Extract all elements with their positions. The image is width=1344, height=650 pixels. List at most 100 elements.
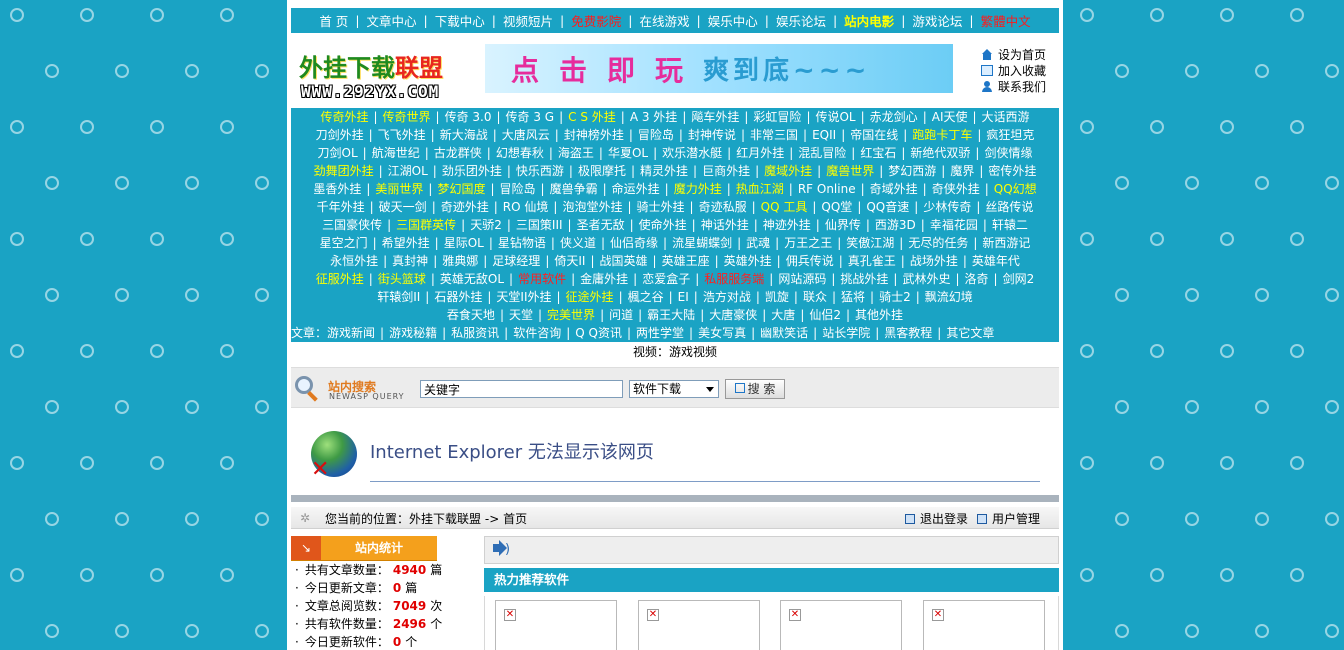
category-link[interactable]: 雅典娜 — [442, 254, 478, 268]
set-homepage-link[interactable]: 设为首页 — [981, 46, 1059, 62]
category-link[interactable]: 魔界 — [950, 164, 974, 178]
hot-software-item[interactable]: ✕ — [780, 600, 902, 650]
nav-item[interactable]: 站内电影 — [844, 11, 894, 30]
category-link[interactable]: 江湖OL — [388, 164, 428, 178]
category-link[interactable]: 真封神 — [392, 254, 428, 268]
category-link[interactable]: 星空之门 — [320, 236, 368, 250]
hot-software-item[interactable]: ✕ — [923, 600, 1045, 650]
category-link[interactable]: 传奇世界 — [383, 110, 431, 124]
category-link[interactable]: 红月外挂 — [736, 146, 784, 160]
category-link[interactable]: 少林传奇 — [923, 200, 971, 214]
add-favorite-link[interactable]: 加入收藏 — [981, 62, 1059, 78]
category-link[interactable]: 万王之王 — [784, 236, 832, 250]
category-link[interactable]: QQ音速 — [866, 200, 909, 214]
category-link[interactable]: 大唐风云 — [502, 128, 550, 142]
category-link[interactable]: 大话西游 — [982, 110, 1030, 124]
category-link[interactable]: 封神榜外挂 — [564, 128, 624, 142]
category-link[interactable]: 奇迹私服 — [699, 200, 747, 214]
category-link[interactable]: 刀剑外挂 — [316, 128, 364, 142]
search-category-select[interactable]: 软件下载 — [629, 380, 719, 398]
category-link[interactable]: 笑傲江湖 — [846, 236, 894, 250]
search-keyword-input[interactable] — [420, 380, 623, 398]
article-category-link[interactable]: 两性学堂 — [636, 326, 684, 340]
ad-banner[interactable]: 点击即玩 爽到底~~~ — [485, 44, 953, 93]
category-link[interactable]: 新绝代双骄 — [910, 146, 970, 160]
category-link[interactable]: 轩辕剑II — [377, 290, 420, 304]
category-link[interactable]: 仙界传 — [825, 218, 861, 232]
category-link[interactable]: 极限摩托 — [578, 164, 626, 178]
nav-item[interactable]: 在线游戏 — [639, 11, 689, 30]
category-link[interactable]: 骑士2 — [879, 290, 911, 304]
category-link[interactable]: 侠义道 — [560, 236, 596, 250]
category-link[interactable]: 大唐 — [771, 308, 795, 322]
category-link[interactable]: 星际OL — [444, 236, 484, 250]
article-category-link[interactable]: 黑客教程 — [884, 326, 932, 340]
category-link[interactable]: 其他外挂 — [855, 308, 903, 322]
category-link[interactable]: 古龙群侠 — [434, 146, 482, 160]
category-link[interactable]: 红宝石 — [860, 146, 896, 160]
category-link[interactable]: QQ 工具 — [761, 200, 808, 214]
category-link[interactable]: 神话外挂 — [701, 218, 749, 232]
category-link[interactable]: 浩方对战 — [703, 290, 751, 304]
article-category-link[interactable]: 游戏新闻 — [327, 326, 375, 340]
category-link[interactable]: RF Online — [798, 182, 856, 196]
category-link[interactable]: 佣兵传说 — [786, 254, 834, 268]
category-link[interactable]: 洛奇 — [965, 272, 989, 286]
category-link[interactable]: 天堂II外挂 — [496, 290, 551, 304]
article-category-link[interactable]: 幽默笑话 — [760, 326, 808, 340]
category-link[interactable]: 千年外挂 — [317, 200, 365, 214]
category-link[interactable]: 魔域外挂 — [764, 164, 812, 178]
category-link[interactable]: 传说OL — [815, 110, 855, 124]
category-link[interactable]: 跑跑卡丁车 — [912, 128, 972, 142]
logout-link[interactable]: 退出登录 — [905, 510, 968, 527]
category-link[interactable]: 墨香外挂 — [313, 182, 361, 196]
category-link[interactable]: 赤龙剑心 — [870, 110, 918, 124]
category-link[interactable]: 破天一剑 — [379, 200, 427, 214]
category-link[interactable]: 飘流幻境 — [925, 290, 973, 304]
nav-item[interactable]: 下载中心 — [435, 11, 485, 30]
category-link[interactable]: 星钻物语 — [498, 236, 546, 250]
category-link[interactable]: 丝路传说 — [985, 200, 1033, 214]
category-link[interactable]: 猛将 — [841, 290, 865, 304]
category-link[interactable]: 封神传说 — [688, 128, 736, 142]
category-link[interactable]: 征途外挂 — [566, 290, 614, 304]
category-link[interactable]: EQII — [812, 128, 836, 142]
article-category-link[interactable]: Q Q资讯 — [575, 326, 622, 340]
nav-item[interactable]: 文章中心 — [367, 11, 417, 30]
category-link[interactable]: 恋爱盒子 — [642, 272, 690, 286]
category-link[interactable]: 圣者无敌 — [577, 218, 625, 232]
category-link[interactable]: 流星蝴蝶剑 — [672, 236, 732, 250]
category-link[interactable]: 使命外挂 — [639, 218, 687, 232]
category-link[interactable]: 神迹外挂 — [763, 218, 811, 232]
hot-software-item[interactable]: ✕ — [495, 600, 617, 650]
category-link[interactable]: 欢乐潜水艇 — [662, 146, 722, 160]
article-category-link[interactable]: 私服资讯 — [451, 326, 499, 340]
article-category-link[interactable]: 美女写真 — [698, 326, 746, 340]
category-link[interactable]: 西游3D — [875, 218, 916, 232]
category-link[interactable]: 仙侣2 — [809, 308, 841, 322]
hot-software-item[interactable]: ✕ — [638, 600, 760, 650]
category-link[interactable]: 命运外挂 — [612, 182, 660, 196]
nav-item[interactable]: 免费影院 — [571, 11, 621, 30]
category-link[interactable]: 新西游记 — [982, 236, 1030, 250]
user-manage-link[interactable]: 用户管理 — [977, 510, 1040, 527]
category-link[interactable]: 密传外挂 — [988, 164, 1036, 178]
category-link[interactable]: 武林外史 — [902, 272, 950, 286]
category-link[interactable]: 网站源码 — [778, 272, 826, 286]
category-link[interactable]: 华夏OL — [608, 146, 648, 160]
nav-item[interactable]: 繁體中文 — [981, 11, 1031, 30]
category-link[interactable]: 奇域外挂 — [870, 182, 918, 196]
category-link[interactable]: 冒险岛 — [638, 128, 674, 142]
category-link[interactable]: 梦幻西游 — [888, 164, 936, 178]
category-link[interactable]: QQ堂 — [821, 200, 852, 214]
category-link[interactable]: 吞食天地 — [447, 308, 495, 322]
nav-item[interactable]: 游戏论坛 — [912, 11, 962, 30]
nav-item[interactable]: 视频短片 — [503, 11, 553, 30]
category-link[interactable]: 剑网2 — [1003, 272, 1035, 286]
category-link[interactable]: 传奇 3 G — [506, 110, 555, 124]
category-link[interactable]: 精灵外挂 — [640, 164, 688, 178]
category-link[interactable]: 武魂 — [746, 236, 770, 250]
category-link[interactable]: 天骄2 — [470, 218, 502, 232]
category-link[interactable]: 魔兽世界 — [826, 164, 874, 178]
category-link[interactable]: 征服外挂 — [316, 272, 364, 286]
